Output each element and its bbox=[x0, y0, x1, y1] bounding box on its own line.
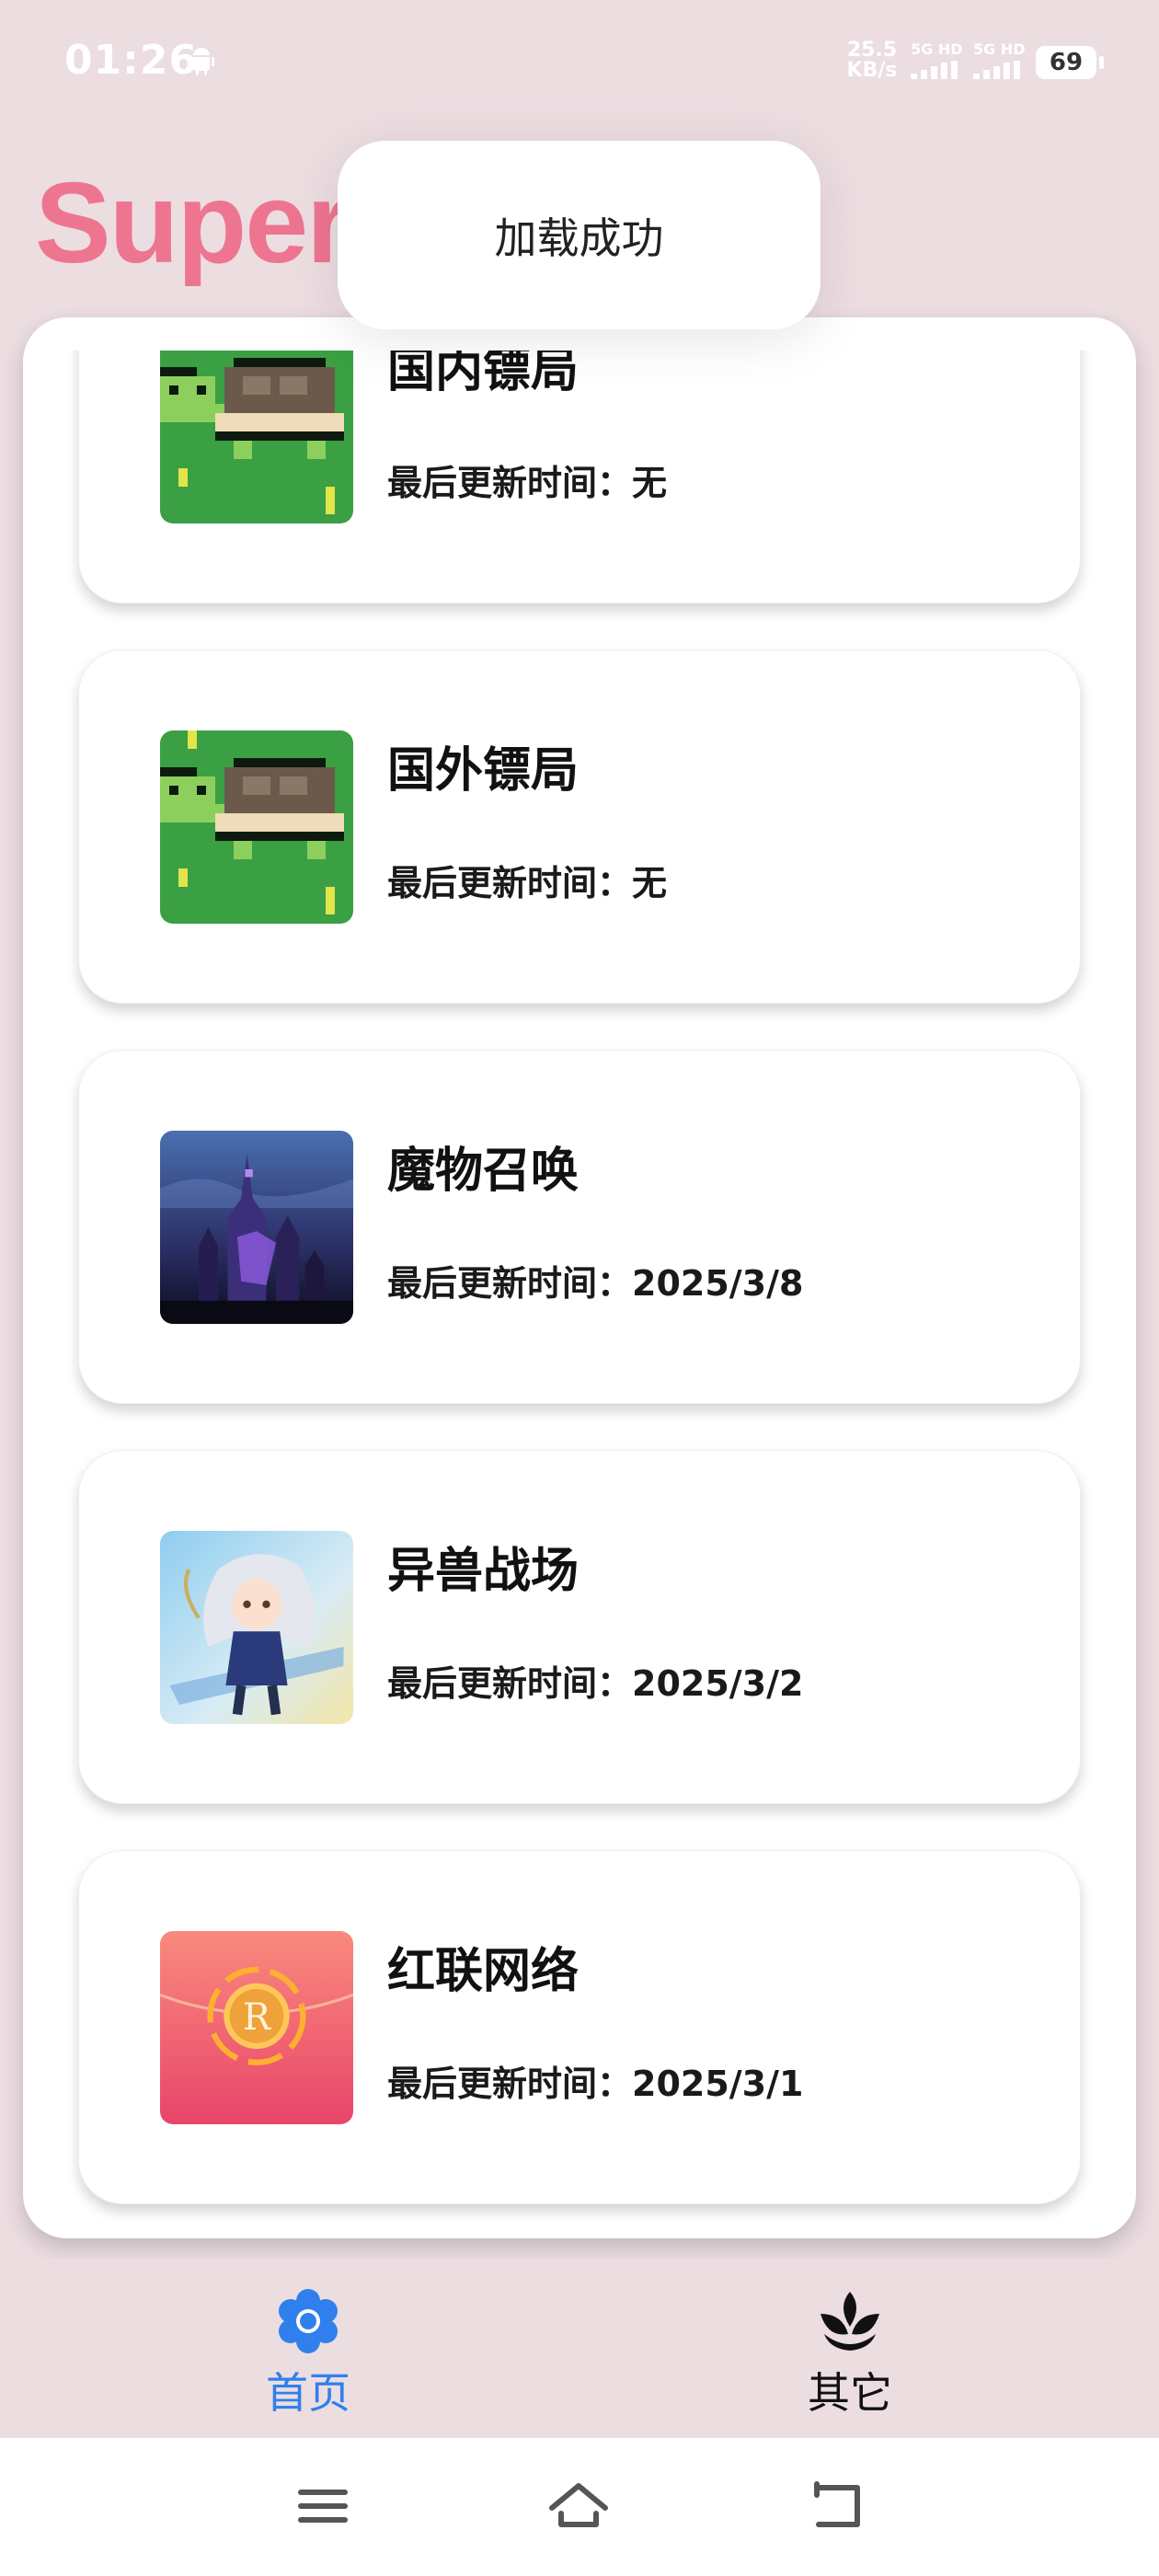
item-update-time: 最后更新时间：2025/3/1 bbox=[387, 2064, 804, 2104]
app-list[interactable]: 国内镖局 最后更新时间：无 国外镖局 最后更新时间：无 魔物召唤 最后更新时间：… bbox=[23, 351, 1136, 2238]
turtle-icon bbox=[160, 351, 353, 523]
menu-icon bbox=[298, 2490, 348, 2523]
dark-castle-icon bbox=[160, 1131, 353, 1324]
network-speed: 25.5 KB/s bbox=[844, 40, 900, 81]
item-name: 国内镖局 bbox=[387, 351, 580, 398]
item-name: 魔物召唤 bbox=[387, 1144, 580, 1199]
sim2-label: 5G HD bbox=[973, 40, 1026, 58]
toast-message: 加载成功 bbox=[494, 213, 664, 263]
system-nav-bar bbox=[0, 2438, 1159, 2576]
network-speed-unit: KB/s bbox=[846, 59, 898, 82]
item-update-time: 最后更新时间：2025/3/8 bbox=[387, 1263, 804, 1304]
list-item[interactable]: 魔物召唤 最后更新时间：2025/3/8 bbox=[78, 1050, 1081, 1404]
bottom-nav: 首页 其它 bbox=[0, 2259, 1159, 2438]
tab-home-label: 首页 bbox=[266, 2368, 350, 2418]
back-icon bbox=[814, 2481, 860, 2527]
list-item[interactable]: 异兽战场 最后更新时间：2025/3/2 bbox=[78, 1450, 1081, 1804]
item-update-time: 最后更新时间：无 bbox=[387, 863, 668, 903]
sim1-label: 5G HD bbox=[911, 40, 963, 58]
list-item[interactable]: 国外镖局 最后更新时间：无 bbox=[78, 650, 1081, 1004]
list-item[interactable]: 国内镖局 最后更新时间：无 bbox=[78, 351, 1081, 604]
anime-character-icon bbox=[160, 1531, 353, 1724]
item-update-time: 最后更新时间：2025/3/2 bbox=[387, 1663, 804, 1704]
list-item[interactable]: R 红联网络 最后更新时间：2025/3/1 bbox=[78, 1850, 1081, 2204]
turtle-icon bbox=[160, 730, 353, 924]
network-speed-value: 25.5 bbox=[846, 39, 898, 62]
menu-button[interactable] bbox=[291, 2477, 355, 2536]
sim1-signal-icon: 5G HD bbox=[911, 40, 968, 81]
red-envelope-icon: R bbox=[160, 1931, 353, 2124]
home-button[interactable] bbox=[546, 2477, 611, 2536]
item-name: 异兽战场 bbox=[387, 1544, 580, 1599]
flower-icon bbox=[279, 2289, 338, 2353]
item-name: 国外镖局 bbox=[387, 743, 580, 799]
back-button[interactable] bbox=[806, 2477, 870, 2536]
main-panel: 国内镖局 最后更新时间：无 国外镖局 最后更新时间：无 魔物召唤 最后更新时间：… bbox=[23, 317, 1136, 2238]
home-icon bbox=[549, 2483, 608, 2527]
tab-home[interactable]: 首页 bbox=[207, 2286, 409, 2424]
battery-icon: 69 bbox=[1036, 46, 1104, 79]
lotus-icon bbox=[820, 2292, 879, 2351]
item-name: 红联网络 bbox=[387, 1944, 580, 1999]
item-update-time: 最后更新时间：无 bbox=[387, 463, 668, 503]
sim2-signal-icon: 5G HD bbox=[973, 40, 1030, 81]
status-bar: 01:26 25.5 KB/s 5G HD 5G HD 69 bbox=[0, 0, 1159, 129]
svg-text:R: R bbox=[243, 1996, 271, 2039]
tab-other[interactable]: 其它 bbox=[749, 2286, 951, 2424]
app-title: Super bbox=[35, 160, 350, 287]
toast: 加载成功 bbox=[338, 141, 820, 329]
android-icon bbox=[189, 48, 214, 75]
status-time: 01:26 bbox=[64, 37, 199, 84]
tab-other-label: 其它 bbox=[808, 2368, 892, 2418]
